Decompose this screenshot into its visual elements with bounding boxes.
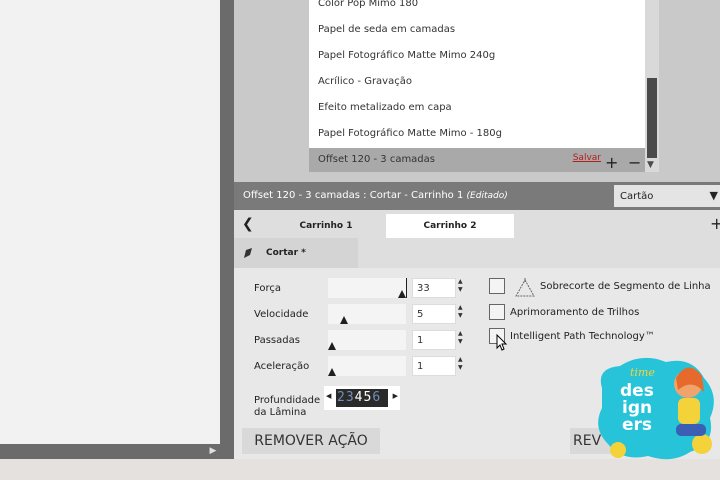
blade-depth-digits: 23456 [336, 389, 388, 407]
material-item-selected[interactable]: Offset 120 - 3 camadas Salvar [309, 148, 645, 172]
force-slider[interactable] [328, 278, 407, 298]
back-arrow-icon[interactable]: ❮ [242, 216, 254, 232]
blade-depth-label-line1: Profundidade [254, 395, 321, 406]
action-title-text: Offset 120 - 3 camadas : Cortar - Carrin… [243, 190, 464, 201]
passes-stepper[interactable]: ▲ ▼ [458, 330, 463, 346]
passes-input[interactable]: 1 [412, 330, 456, 350]
speed-stepper[interactable]: ▲ ▼ [458, 304, 463, 320]
accel-label: Aceleração [254, 361, 310, 372]
force-label: Força [254, 283, 282, 294]
material-list-scrollbar[interactable]: ▼ [645, 0, 659, 172]
material-item[interactable]: Acrílico - Gravação [318, 76, 412, 87]
remove-material-button[interactable]: − [628, 155, 641, 171]
tab-carriage-1[interactable]: Carrinho 1 [266, 214, 386, 238]
action-title: Offset 120 - 3 camadas : Cortar - Carrin… [243, 190, 508, 201]
material-item[interactable]: Papel Fotográfico Matte Mimo - 180g [318, 128, 502, 139]
force-stepper[interactable]: ▲ ▼ [458, 278, 463, 294]
material-list[interactable]: Color Pop Mimo 180 Papel de seda em cama… [309, 0, 645, 148]
increase-depth-icon[interactable]: ▶ [393, 392, 398, 400]
depth-digits-before: 23 [337, 390, 355, 405]
edited-flag: (Editado) [466, 191, 508, 201]
passes-slider-thumb[interactable] [328, 342, 336, 350]
chevron-down-icon[interactable]: ▼ [710, 189, 718, 202]
left-horizontal-scrollbar[interactable] [0, 444, 234, 459]
slider-tick [406, 278, 407, 298]
material-item[interactable]: Color Pop Mimo 180 [318, 0, 418, 9]
selected-material-label: Offset 120 - 3 camadas [318, 154, 435, 165]
ipt-label: Intelligent Path Technology™ [510, 331, 655, 342]
carriage-tabs: ❮ Carrinho 1 Carrinho 2 + [234, 210, 720, 238]
depth-digits-after: 5 [363, 390, 373, 405]
trail-label: Aprimoramento de Trilhos [510, 307, 640, 318]
speed-label: Velocidade [254, 309, 309, 320]
overcut-checkbox[interactable] [489, 278, 505, 294]
passes-label: Passadas [254, 335, 300, 346]
scrollbar-thumb[interactable] [647, 78, 657, 158]
material-type-value: Cartão [620, 191, 654, 202]
blade-depth-label-line2: da Lâmina [254, 407, 307, 418]
line-segment-overcut-icon [515, 278, 535, 297]
material-item[interactable]: Papel de seda em camadas [318, 24, 455, 35]
action-header: Offset 120 - 3 camadas : Cortar - Carrin… [234, 182, 720, 210]
blade-depth-label: Profundidade da Lâmina [254, 395, 320, 419]
logo-text-line1: time [630, 366, 655, 379]
speed-input[interactable]: 5 [412, 304, 456, 324]
accel-slider-thumb[interactable] [328, 368, 336, 376]
trail-checkbox[interactable] [489, 304, 505, 320]
material-item[interactable]: Efeito metalizado em capa [318, 102, 452, 113]
tab-cut[interactable]: Cortar * [234, 238, 358, 268]
speed-slider[interactable] [328, 304, 406, 324]
pane-divider[interactable] [220, 0, 234, 459]
action-tabs: Cortar * [234, 238, 720, 268]
mouse-cursor-icon [496, 334, 508, 351]
depth-digit-tail: 6 [372, 390, 382, 405]
left-pane [0, 0, 220, 444]
force-input[interactable]: 33 [412, 278, 456, 298]
accel-stepper[interactable]: ▲ ▼ [458, 356, 463, 372]
remove-action-button[interactable]: REMOVER AÇÃO [242, 428, 380, 454]
logo-text-line4: ers [622, 415, 652, 435]
scroll-down-arrow-icon[interactable]: ▼ [647, 160, 654, 170]
material-item[interactable]: Papel Fotográfico Matte Mimo 240g [318, 50, 495, 61]
blade-depth-selector[interactable]: ◀ 23456 ▶ [324, 386, 400, 410]
accel-slider[interactable] [328, 356, 406, 376]
speed-slider-thumb[interactable] [340, 316, 348, 324]
accel-input[interactable]: 1 [412, 356, 456, 376]
add-carriage-button[interactable]: + [710, 214, 720, 233]
scroll-right-arrow-icon[interactable]: ▶ [207, 446, 219, 457]
tab-cut-label: Cortar * [266, 248, 306, 258]
decrease-depth-icon[interactable]: ◀ [326, 392, 331, 400]
blade-icon [244, 248, 252, 258]
force-slider-thumb[interactable] [398, 290, 406, 298]
time-designers-logo: time des ign ers [598, 357, 714, 460]
overcut-label: Sobrecorte de Segmento de Linha [540, 281, 711, 292]
add-material-button[interactable]: + [605, 155, 618, 171]
save-material-link[interactable]: Salvar [573, 153, 601, 163]
tab-carriage-2[interactable]: Carrinho 2 [386, 214, 514, 238]
material-type-select[interactable]: Cartão ▼ [614, 185, 720, 207]
passes-slider[interactable] [328, 330, 406, 350]
